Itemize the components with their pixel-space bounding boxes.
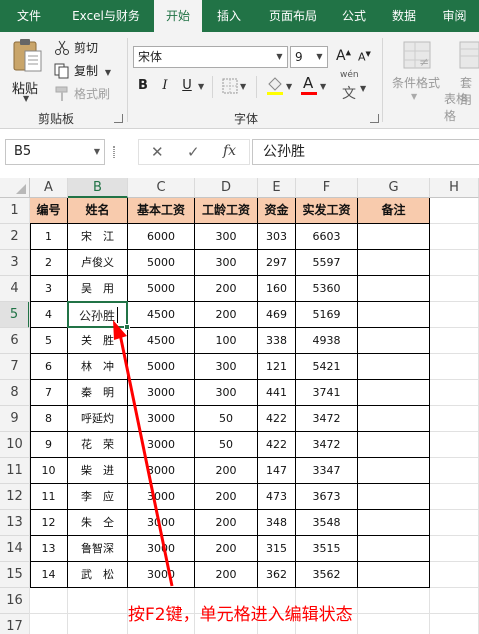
- tab-file[interactable]: 文件: [0, 0, 58, 32]
- formula-input[interactable]: 公孙胜: [252, 139, 479, 165]
- scissors-icon: [55, 40, 69, 55]
- group-divider: [127, 38, 128, 122]
- chevron-down-icon[interactable]: ▼: [272, 47, 287, 67]
- cancel-icon[interactable]: ✕: [151, 143, 164, 161]
- chevron-down-icon[interactable]: ▼: [411, 92, 417, 101]
- paste-button[interactable]: 粘贴 ▼: [8, 38, 48, 106]
- paintbrush-icon: [55, 86, 68, 101]
- fx-icon[interactable]: fx: [223, 143, 236, 159]
- tab-page-layout[interactable]: 页面布局: [256, 0, 330, 32]
- underline-button[interactable]: U: [178, 76, 196, 96]
- ribbon-tab-bar: 文件 Excel与财务 开始 插入 页面布局 公式 数据 审阅: [0, 0, 479, 33]
- font-size-value: 9: [295, 50, 303, 64]
- phonetic-label: wén: [340, 70, 359, 80]
- name-box-value: B5: [14, 144, 32, 159]
- italic-button[interactable]: I: [156, 76, 174, 96]
- font-launcher-icon[interactable]: [370, 114, 379, 123]
- name-box[interactable]: B5 ▼: [5, 139, 105, 165]
- formula-bar: B5 ▼ ✕ ✓ fx 公孙胜: [0, 130, 479, 174]
- paste-icon: [13, 39, 42, 72]
- divider: [256, 76, 257, 98]
- font-name-value: 宋体: [138, 50, 163, 64]
- phonetic-icon: 文: [342, 86, 356, 102]
- table-format-label-2[interactable]: 表格格: [444, 90, 479, 124]
- conditional-format-label[interactable]: 条件格式: [392, 74, 440, 91]
- annotation-arrow: [113, 320, 174, 587]
- clipboard-launcher-icon[interactable]: [114, 114, 123, 123]
- chevron-down-icon[interactable]: ▼: [240, 82, 246, 91]
- divider: [212, 76, 213, 98]
- svg-text:≠: ≠: [419, 55, 429, 69]
- spreadsheet-grid[interactable]: ABCDEFGH 1 2 3 4 5 6 7 8 9 10 11 12 13 14 15 16 17 编号 姓名基…: [0, 174, 479, 634]
- check-icon[interactable]: ✓: [187, 143, 200, 161]
- formula-buttons: ✕ ✓ fx: [138, 139, 250, 165]
- copy-label: 复制: [74, 64, 99, 78]
- annotation-text: 按F2键，单元格进入编辑状态: [128, 605, 353, 625]
- border-icon[interactable]: [222, 78, 238, 94]
- grow-font-icon[interactable]: A▲: [336, 48, 351, 64]
- font-group-label: 字体: [234, 112, 259, 126]
- cut-label: 剪切: [74, 41, 99, 55]
- copy-button[interactable]: 复制 ▼: [52, 61, 111, 81]
- chevron-down-icon[interactable]: ▼: [286, 82, 292, 91]
- fill-color-icon[interactable]: [266, 76, 284, 96]
- tab-formulas[interactable]: 公式: [330, 0, 378, 32]
- shrink-font-icon[interactable]: A▼: [358, 50, 371, 64]
- format-painter-label: 格式刷: [74, 87, 111, 101]
- tab-review[interactable]: 审阅: [430, 0, 479, 32]
- phonetic-button[interactable]: wén: [340, 70, 359, 80]
- resize-handle[interactable]: [113, 146, 115, 158]
- chevron-down-icon[interactable]: ▼: [312, 47, 327, 67]
- font-color-glyph: A: [303, 74, 314, 92]
- tab-excel-finance[interactable]: Excel与财务: [58, 0, 154, 32]
- group-divider: [382, 38, 383, 122]
- chevron-down-icon: ▼: [104, 68, 111, 77]
- table-format-icon[interactable]: [458, 40, 479, 70]
- font-name-select[interactable]: 宋体 ▼: [133, 46, 288, 68]
- font-color-button[interactable]: A: [300, 74, 318, 96]
- chevron-down-icon[interactable]: ▼: [360, 84, 366, 93]
- chevron-down-icon[interactable]: ▼: [94, 140, 100, 164]
- tab-home[interactable]: 开始: [154, 0, 202, 33]
- bold-button[interactable]: B: [134, 76, 152, 96]
- copy-icon: [54, 63, 69, 79]
- chevron-down-icon[interactable]: ▼: [320, 82, 326, 91]
- ribbon-home: 粘贴 ▼ 剪切 复制 ▼ 格式刷 剪贴板 宋体 ▼ 9 ▼ A▲ A▼ B I …: [0, 32, 479, 129]
- format-painter-button[interactable]: 格式刷: [52, 84, 110, 104]
- tab-data[interactable]: 数据: [378, 0, 430, 32]
- chevron-down-icon: ▼: [23, 94, 30, 103]
- font-size-select[interactable]: 9 ▼: [290, 46, 328, 68]
- conditional-format-icon[interactable]: ≠: [402, 40, 432, 70]
- cut-button[interactable]: 剪切: [52, 38, 98, 58]
- font-color-swatch: [301, 92, 317, 95]
- tab-insert[interactable]: 插入: [202, 0, 256, 32]
- chevron-down-icon[interactable]: ▼: [198, 82, 204, 91]
- clipboard-group-label: 剪贴板: [38, 112, 75, 126]
